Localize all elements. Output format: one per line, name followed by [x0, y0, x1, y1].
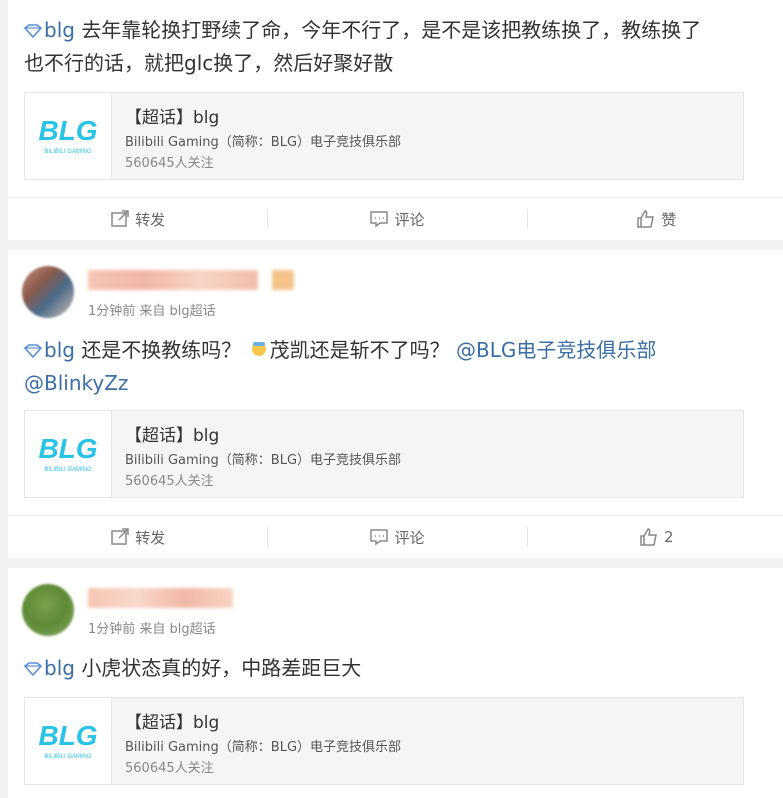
topic-link[interactable]: blg	[24, 18, 75, 42]
svg-text:BILIBILI GAMING: BILIBILI GAMING	[44, 149, 92, 155]
super-topic-icon	[24, 344, 42, 358]
like-button[interactable]: 赞	[526, 198, 783, 240]
topic-link[interactable]: blg	[24, 338, 75, 362]
topic-title: 【超话】blg	[125, 426, 220, 446]
post-meta: 1分钟前 来自 blg超话	[88, 304, 216, 319]
svg-text:BLG: BLG	[38, 433, 97, 464]
emoji-icon	[251, 342, 266, 356]
topic-desc: Bilibili Gaming（简称：BLG）电子竞技俱乐部	[125, 740, 402, 755]
thumbs-up-icon	[637, 210, 655, 228]
follower-count: 560645人关注	[125, 761, 214, 776]
thumbs-up-icon	[640, 528, 657, 546]
mention-link[interactable]: @BLG电子竞技俱乐部	[456, 338, 656, 362]
user-badge	[272, 270, 294, 290]
topic-card[interactable]: BLG BILIBILI GAMING 【超话】blg Bilibili Gam…	[24, 92, 744, 180]
post-header: 1分钟前 来自 blg超话	[8, 584, 783, 644]
action-bar: 转发 评论 赞	[8, 197, 783, 240]
topic-title: 【超话】blg	[125, 713, 220, 733]
post-meta: 1分钟前 来自 blg超话	[88, 622, 216, 637]
comment-icon	[370, 529, 389, 546]
repost-button[interactable]: 转发	[8, 516, 267, 558]
repost-icon	[111, 528, 129, 545]
comment-button[interactable]: 评论	[267, 198, 526, 240]
super-topic-icon	[24, 662, 42, 676]
action-bar: 转发 评论 2	[8, 515, 783, 558]
comment-icon	[370, 211, 389, 228]
svg-text:BLG: BLG	[38, 720, 97, 751]
username[interactable]	[88, 270, 258, 290]
blg-logo: BLG BILIBILI GAMING	[25, 93, 112, 179]
topic-desc: Bilibili Gaming（简称：BLG）电子竞技俱乐部	[125, 453, 402, 468]
topic-link[interactable]: blg	[24, 656, 75, 680]
svg-text:BILIBILI GAMING: BILIBILI GAMING	[44, 467, 92, 473]
post-card: 1分钟前 来自 blg超话 blg 小虎状态真的好，中路差距巨大 BLG BIL…	[8, 568, 783, 798]
topic-desc: Bilibili Gaming（简称：BLG）电子竞技俱乐部	[125, 135, 402, 150]
post-text: blg 还是不换教练吗？ 茂凯还是斩不了吗？ @BLG电子竞技俱乐部 @Blin…	[24, 338, 657, 395]
mention-link[interactable]: @BlinkyZz	[24, 371, 128, 395]
post-card: blg 去年靠轮换打野续了命，今年不行了，是不是该把教练换了，教练换了 也不行的…	[8, 0, 783, 240]
comment-button[interactable]: 评论	[267, 516, 526, 558]
repost-button[interactable]: 转发	[8, 198, 267, 240]
follower-count: 560645人关注	[125, 156, 214, 171]
like-button[interactable]: 2	[526, 516, 783, 558]
follower-count: 560645人关注	[125, 474, 214, 489]
post-text: blg 去年靠轮换打野续了命，今年不行了，是不是该把教练换了，教练换了 也不行的…	[24, 18, 702, 75]
post-text: blg 小虎状态真的好，中路差距巨大	[8, 652, 783, 685]
topic-title: 【超话】blg	[125, 108, 220, 128]
topic-card[interactable]: BLG BILIBILI GAMING 【超话】blg Bilibili Gam…	[24, 410, 744, 498]
blg-logo: BLG BILIBILI GAMING	[25, 698, 112, 784]
svg-text:BILIBILI GAMING: BILIBILI GAMING	[44, 754, 92, 760]
weibo-feed: blg 去年靠轮换打野续了命，今年不行了，是不是该把教练换了，教练换了 也不行的…	[0, 0, 783, 798]
post-card: 1分钟前 来自 blg超话 blg 还是不换教练吗？ 茂凯还是斩不了吗？ @BL…	[8, 250, 783, 558]
post-header: 1分钟前 来自 blg超话	[8, 266, 783, 326]
blg-logo: BLG BILIBILI GAMING	[25, 411, 112, 497]
avatar[interactable]	[22, 266, 74, 318]
svg-text:BLG: BLG	[38, 115, 97, 146]
super-topic-icon	[24, 24, 42, 38]
repost-icon	[111, 210, 129, 227]
topic-card[interactable]: BLG BILIBILI GAMING 【超话】blg Bilibili Gam…	[24, 697, 744, 785]
username[interactable]	[88, 588, 233, 608]
avatar[interactable]	[22, 584, 74, 636]
